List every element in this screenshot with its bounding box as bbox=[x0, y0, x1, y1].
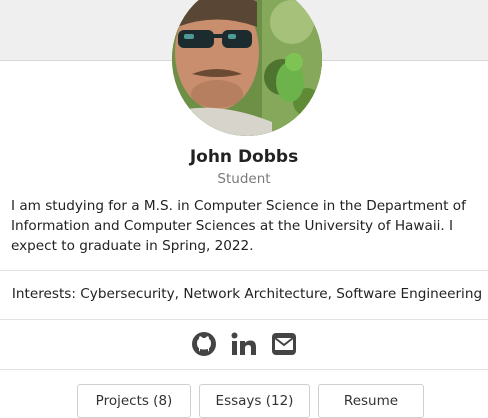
social-links bbox=[0, 330, 488, 358]
github-icon[interactable] bbox=[191, 331, 217, 357]
profile-name: John Dobbs bbox=[189, 147, 299, 167]
linkedin-icon[interactable] bbox=[231, 331, 257, 357]
profile-bio: I am studying for a M.S. in Computer Sci… bbox=[11, 198, 466, 254]
profile-tabs: Projects (8) Essays (12) Resume bbox=[77, 384, 424, 418]
projects-button[interactable]: Projects (8) bbox=[77, 384, 191, 418]
divider bbox=[0, 369, 488, 370]
divider bbox=[0, 270, 488, 271]
interests-text: Interests: Cybersecurity, Network Archit… bbox=[11, 286, 483, 302]
avatar bbox=[172, 0, 322, 136]
resume-button[interactable]: Resume bbox=[318, 384, 424, 418]
essays-button[interactable]: Essays (12) bbox=[199, 384, 310, 418]
profile-role: Student bbox=[217, 171, 271, 187]
divider bbox=[0, 319, 488, 320]
envelope-icon[interactable] bbox=[271, 331, 297, 357]
